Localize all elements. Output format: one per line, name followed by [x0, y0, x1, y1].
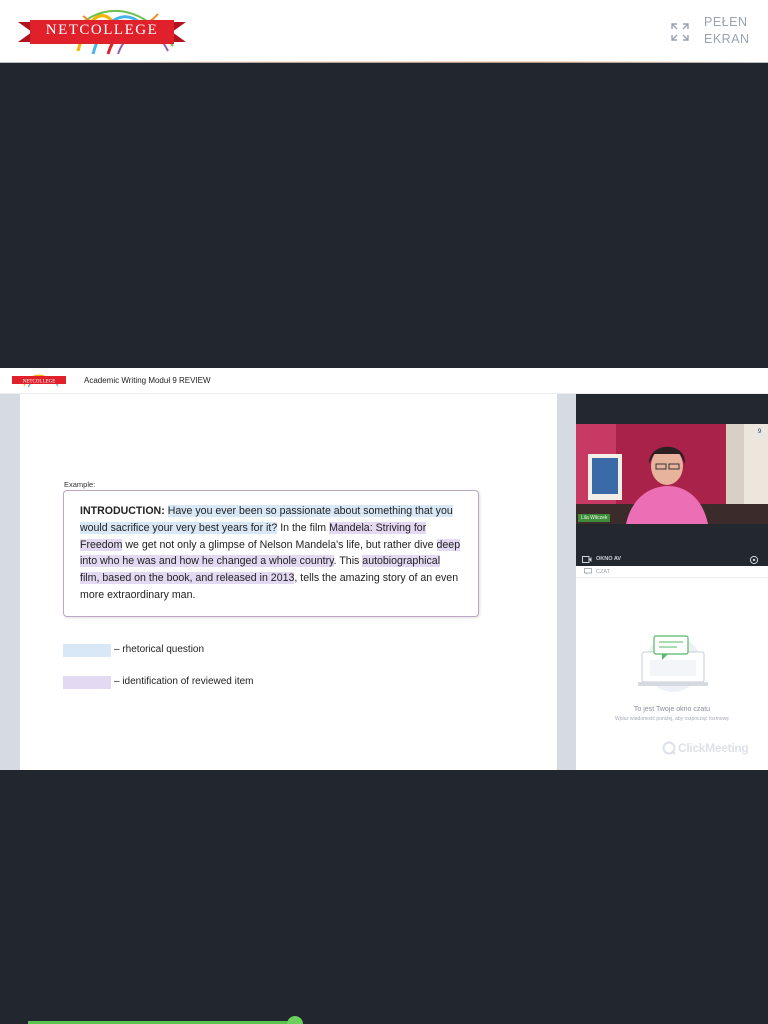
shared-screen: NETCOLLEGE Academic Writing Moduł 9 REVI… — [0, 368, 768, 770]
introduction-box: INTRODUCTION: Have you ever been so pass… — [63, 490, 479, 617]
chat-label: CZAT — [596, 569, 610, 575]
legend-swatch — [63, 644, 111, 657]
intro-text-segment: In the film — [277, 521, 330, 534]
stream-title: Academic Writing Moduł 9 REVIEW — [84, 376, 211, 385]
fullscreen-label: PEŁEN EKRAN — [704, 15, 750, 46]
top-header: NETCOLLEGE PEŁEN EKRAN — [0, 0, 768, 63]
settings-icon[interactable] — [749, 555, 759, 565]
presentation-slide: Example: INTRODUCTION: Have you ever bee… — [20, 394, 557, 770]
legend-label: – identification of reviewed item — [114, 676, 254, 687]
logo-text: NETCOLLEGE — [45, 22, 159, 38]
empty-chat-illustration — [638, 635, 708, 692]
legend-label: – rhetorical question — [114, 644, 205, 655]
intro-text-segment: . This — [333, 555, 363, 568]
netcollege-logo[interactable]: NETCOLLEGE — [18, 6, 186, 58]
chat-bubble-icon — [584, 568, 592, 575]
av-window-bar: OKNO AV — [576, 554, 768, 566]
bottom-progress-handle[interactable] — [287, 1016, 303, 1024]
chat-empty-title: To jest Twoje okno czatu — [633, 706, 711, 713]
clickmeeting-brand: ClickMeeting — [662, 740, 756, 756]
participant-count-badge: 9 — [754, 427, 765, 438]
av-window: Lila Wilczek 9 OKNO AV — [576, 394, 768, 566]
legend-swatch — [63, 676, 111, 689]
mini-netcollege-logo: NETCOLLEGE — [12, 374, 66, 388]
clickmeeting-brand-text: ClickMeeting — [678, 741, 749, 755]
expand-icon — [671, 23, 689, 41]
example-label: Example: — [64, 480, 96, 489]
chat-header[interactable]: CZAT — [576, 566, 768, 578]
av-window-label: OKNO AV — [596, 556, 622, 562]
clickmeeting-logo-icon — [662, 741, 676, 755]
side-panel: Lila Wilczek 9 OKNO AV CZAT To jest Twoj… — [576, 394, 768, 770]
slide-area: Example: INTRODUCTION: Have you ever bee… — [0, 394, 576, 770]
speaker-video-frame — [576, 424, 768, 524]
speaker-name-label: Lila Wilczek — [578, 514, 611, 522]
fullscreen-button[interactable]: PEŁEN EKRAN — [668, 14, 758, 50]
introduction-heading: INTRODUCTION: — [80, 505, 165, 517]
intro-text-segment: we get not only a glimpse of Nelson Mand… — [122, 538, 437, 551]
camera-icon — [582, 556, 592, 563]
mini-logo-text: NETCOLLEGE — [23, 380, 56, 385]
speaker-video[interactable]: Lila Wilczek 9 — [576, 424, 768, 524]
header-accent-line — [0, 61, 768, 63]
stream-topbar: NETCOLLEGE Academic Writing Moduł 9 REVI… — [0, 368, 768, 394]
chat-empty-subtitle: Wpisz wiadomość poniżej, aby rozpocząć r… — [615, 716, 729, 722]
introduction-text: INTRODUCTION: Have you ever been so pass… — [80, 503, 462, 604]
